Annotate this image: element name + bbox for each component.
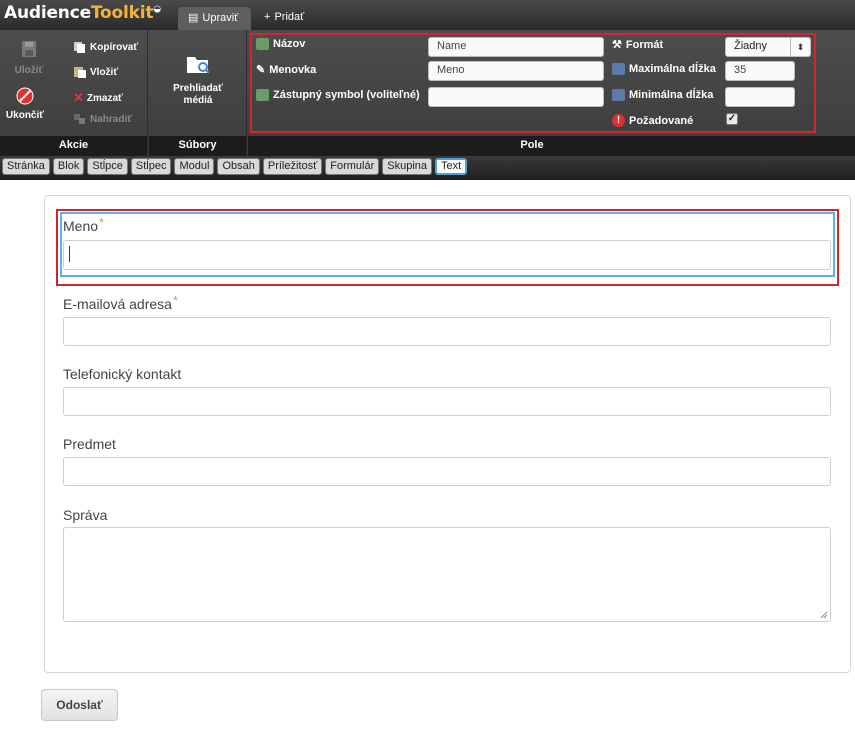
field-icon xyxy=(256,89,269,101)
format-label: ⚒ Formát xyxy=(612,38,664,52)
minlen-label: Minimálna dĺžka xyxy=(612,89,713,101)
tag-input[interactable]: Meno xyxy=(428,61,604,81)
message-field-label: Správa xyxy=(63,507,108,523)
subject-field-label: Predmet xyxy=(63,436,116,452)
exit-button[interactable]: Ukončiť xyxy=(5,86,45,121)
name-input[interactable]: Name xyxy=(428,37,604,57)
element-tab-7[interactable]: Formulár xyxy=(325,158,380,175)
field-icon xyxy=(256,38,269,50)
stop-icon xyxy=(16,87,34,105)
app-logo: AudienceToolkit◒ xyxy=(4,3,161,23)
copy-icon xyxy=(74,42,85,53)
required-label: ! Požadované xyxy=(612,114,693,127)
group-akcie: Uložiť Ukončiť Kopírovať Vložiť ✕Zmazať xyxy=(0,30,148,156)
replace-button[interactable]: Nahradiť xyxy=(73,113,132,125)
ribbon: Uložiť Ukončiť Kopírovať Vložiť ✕Zmazať xyxy=(0,30,855,156)
paste-button[interactable]: Vložiť xyxy=(73,66,118,78)
tag-label: ✎ Menovka xyxy=(256,63,317,77)
required-asterisk: * xyxy=(172,293,178,308)
element-tab-3[interactable]: Stĺpec xyxy=(130,158,172,175)
select-arrows-icon: ⬍ xyxy=(790,38,810,56)
folder-search-icon xyxy=(187,57,210,74)
element-tabs-bar: Stránka Blok Stĺpce Stĺpec Modul Obsah Príleži… xyxy=(0,156,855,180)
save-icon xyxy=(22,41,36,57)
element-tab-6[interactable]: Príležitosť xyxy=(262,158,323,175)
warning-icon: ! xyxy=(612,114,625,127)
name-label: Názov xyxy=(256,38,305,50)
tab-add[interactable]: + Pridať xyxy=(254,7,324,30)
phone-field-label: Telefonický kontakt xyxy=(63,366,182,382)
ruler-icon xyxy=(612,89,625,101)
tag-icon: ✎ xyxy=(256,64,266,76)
tab-edit[interactable]: ▤ Upraviť xyxy=(178,7,251,30)
element-tab-9[interactable]: Text xyxy=(435,158,468,175)
message-textarea[interactable] xyxy=(63,527,831,622)
required-asterisk: * xyxy=(99,215,105,230)
placeholder-label: Zástupný symbol (voliteľné) xyxy=(256,89,420,101)
name-input-field[interactable] xyxy=(63,240,831,270)
placeholder-input[interactable] xyxy=(428,87,604,107)
maxlen-label: Maximálna dĺžka xyxy=(612,63,716,75)
browse-media-button[interactable]: Prehliadať médiá xyxy=(158,52,238,107)
required-checkbox[interactable]: ✓ xyxy=(726,113,738,125)
group-title-pole: Pole xyxy=(248,136,816,156)
paste-icon xyxy=(74,67,86,78)
ruler-icon xyxy=(612,63,625,75)
ribbon-empty-area xyxy=(816,30,855,156)
top-bar: AudienceToolkit◒ ▤ Upraviť + Pridať xyxy=(0,0,855,30)
email-input-field[interactable] xyxy=(63,317,831,346)
minlen-input[interactable] xyxy=(725,87,795,107)
delete-button[interactable]: ✕ Zmazať xyxy=(73,90,123,106)
resize-handle-icon[interactable] xyxy=(820,611,828,619)
maxlen-input[interactable]: 35 xyxy=(725,61,795,81)
element-tab-1[interactable]: Blok xyxy=(52,158,85,175)
element-tab-4[interactable]: Modul xyxy=(174,158,215,175)
element-tab-5[interactable]: Obsah xyxy=(217,158,260,175)
copy-button[interactable]: Kopírovať xyxy=(73,41,138,53)
logo-mark-icon: ◒ xyxy=(153,4,161,15)
replace-icon xyxy=(74,114,85,124)
ribbon-empty-title xyxy=(816,136,855,156)
group-title-subory: Súbory xyxy=(149,136,246,156)
save-button[interactable]: Uložiť xyxy=(14,39,44,76)
element-tab-2[interactable]: Stĺpce xyxy=(87,158,128,175)
phone-input-field[interactable] xyxy=(63,387,831,416)
subject-input-field[interactable] xyxy=(63,457,831,486)
email-field-label: E-mailová adresa* xyxy=(63,293,178,312)
name-field-label: Meno* xyxy=(63,215,105,234)
element-tab-0[interactable]: Stránka xyxy=(2,158,50,175)
format-select[interactable]: Žiadny ⬍ xyxy=(725,37,811,57)
element-tab-8[interactable]: Skupina xyxy=(382,158,433,175)
plus-icon: + xyxy=(264,11,271,23)
submit-button[interactable]: Odoslať xyxy=(41,689,118,721)
element-tabs: Stránka Blok Stĺpce Stĺpec Modul Obsah Príleži… xyxy=(2,158,468,175)
group-subory: Prehliadať médiá Súbory xyxy=(149,30,247,156)
wrench-icon: ⚒ xyxy=(612,39,622,51)
delete-x-icon: ✕ xyxy=(73,90,84,105)
text-cursor xyxy=(69,246,70,262)
document-icon: ▤ xyxy=(188,12,199,24)
group-title-akcie: Akcie xyxy=(0,136,147,156)
